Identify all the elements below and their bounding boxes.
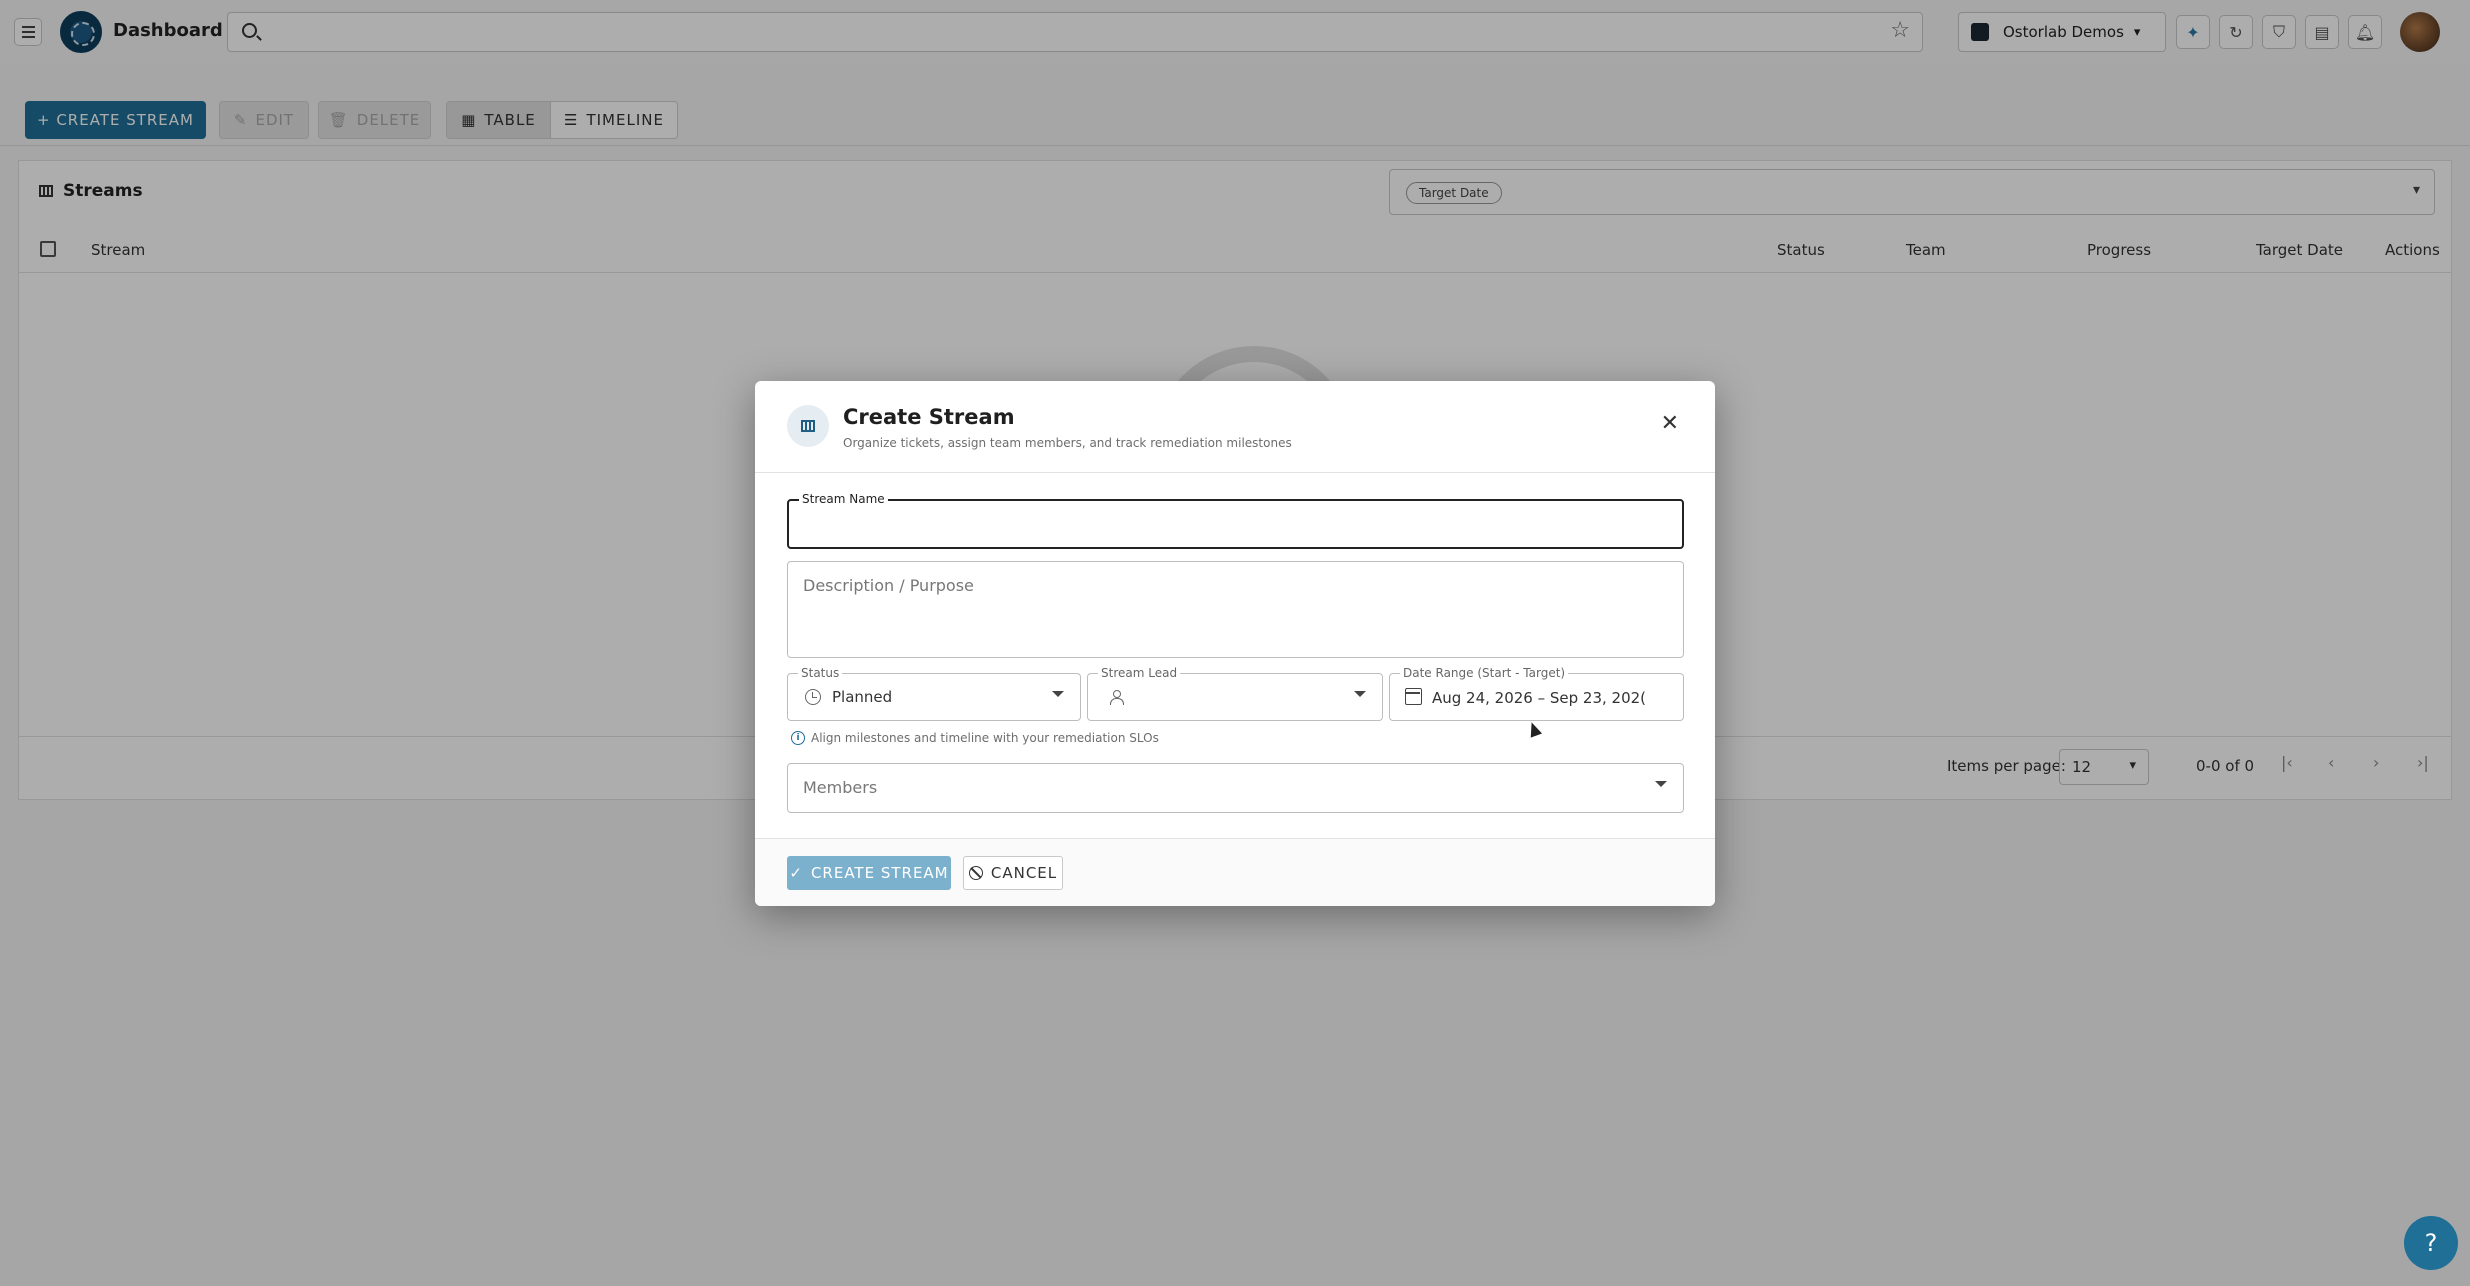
status-label: Status — [798, 666, 843, 680]
date-range-label: Date Range (Start - Target) — [1400, 666, 1569, 680]
slo-hint: i Align milestones and timeline with you… — [791, 731, 1159, 745]
dialog-title: Create Stream — [843, 405, 1015, 429]
status-value: Planned — [832, 688, 893, 706]
cancel-icon — [968, 866, 983, 880]
columns-icon — [801, 420, 815, 432]
chevron-down-icon — [1354, 691, 1366, 697]
date-range-value: Aug 24, 2026 – Sep 23, 202( — [1432, 689, 1647, 707]
clock-icon — [805, 689, 821, 705]
dialog-subtitle: Organize tickets, assign team members, a… — [843, 436, 1292, 450]
chevron-down-icon — [1052, 691, 1064, 697]
members-select[interactable]: Members — [787, 763, 1684, 813]
members-placeholder: Members — [803, 778, 878, 797]
help-button[interactable]: ? — [2404, 1216, 2458, 1270]
check-icon: ✓ — [789, 864, 803, 882]
slo-hint-text: Align milestones and timeline with your … — [811, 731, 1159, 745]
stream-name-field[interactable]: Stream Name — [787, 492, 1684, 549]
create-stream-dialog: Create Stream Organize tickets, assign t… — [755, 381, 1715, 906]
dialog-header: Create Stream Organize tickets, assign t… — [755, 381, 1715, 473]
cancel-button[interactable]: CANCEL — [963, 856, 1063, 890]
dialog-footer: ✓ CREATE STREAM CANCEL — [755, 838, 1715, 906]
create-stream-submit-button[interactable]: ✓ CREATE STREAM — [787, 856, 951, 890]
chevron-down-icon — [1655, 781, 1667, 787]
stream-lead-select[interactable]: Stream Lead — [1087, 666, 1383, 721]
dialog-icon — [787, 405, 829, 447]
description-placeholder: Description / Purpose — [803, 576, 974, 595]
person-icon — [1110, 690, 1124, 705]
date-range-field[interactable]: Date Range (Start - Target) Aug 24, 2026… — [1389, 666, 1684, 721]
description-field[interactable]: Description / Purpose — [787, 561, 1684, 658]
close-icon[interactable]: ✕ — [1661, 411, 1679, 436]
calendar-icon[interactable] — [1405, 688, 1422, 705]
status-select[interactable]: Status Planned — [787, 666, 1081, 721]
cancel-label: CANCEL — [990, 864, 1058, 882]
create-stream-submit-label: CREATE STREAM — [810, 864, 949, 882]
stream-name-label: Stream Name — [799, 492, 888, 506]
stream-lead-label: Stream Lead — [1098, 666, 1181, 680]
info-icon: i — [791, 731, 805, 745]
